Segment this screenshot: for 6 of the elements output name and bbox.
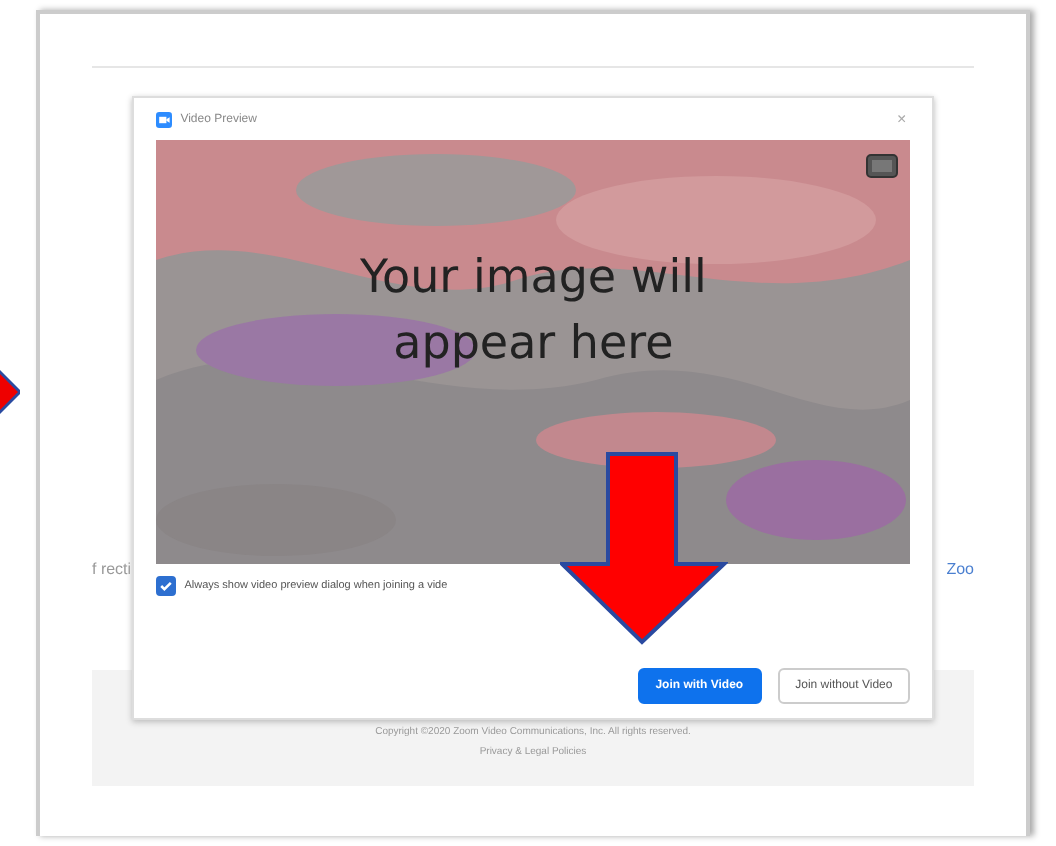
page-text: f recti (92, 560, 133, 578)
arrow-annotation (0, 368, 20, 416)
close-button[interactable]: × (893, 110, 911, 128)
checkbox[interactable] (156, 576, 177, 596)
preview-message: Your image will appear here (358, 249, 709, 374)
zoom-link[interactable]: Zoo (946, 560, 974, 578)
